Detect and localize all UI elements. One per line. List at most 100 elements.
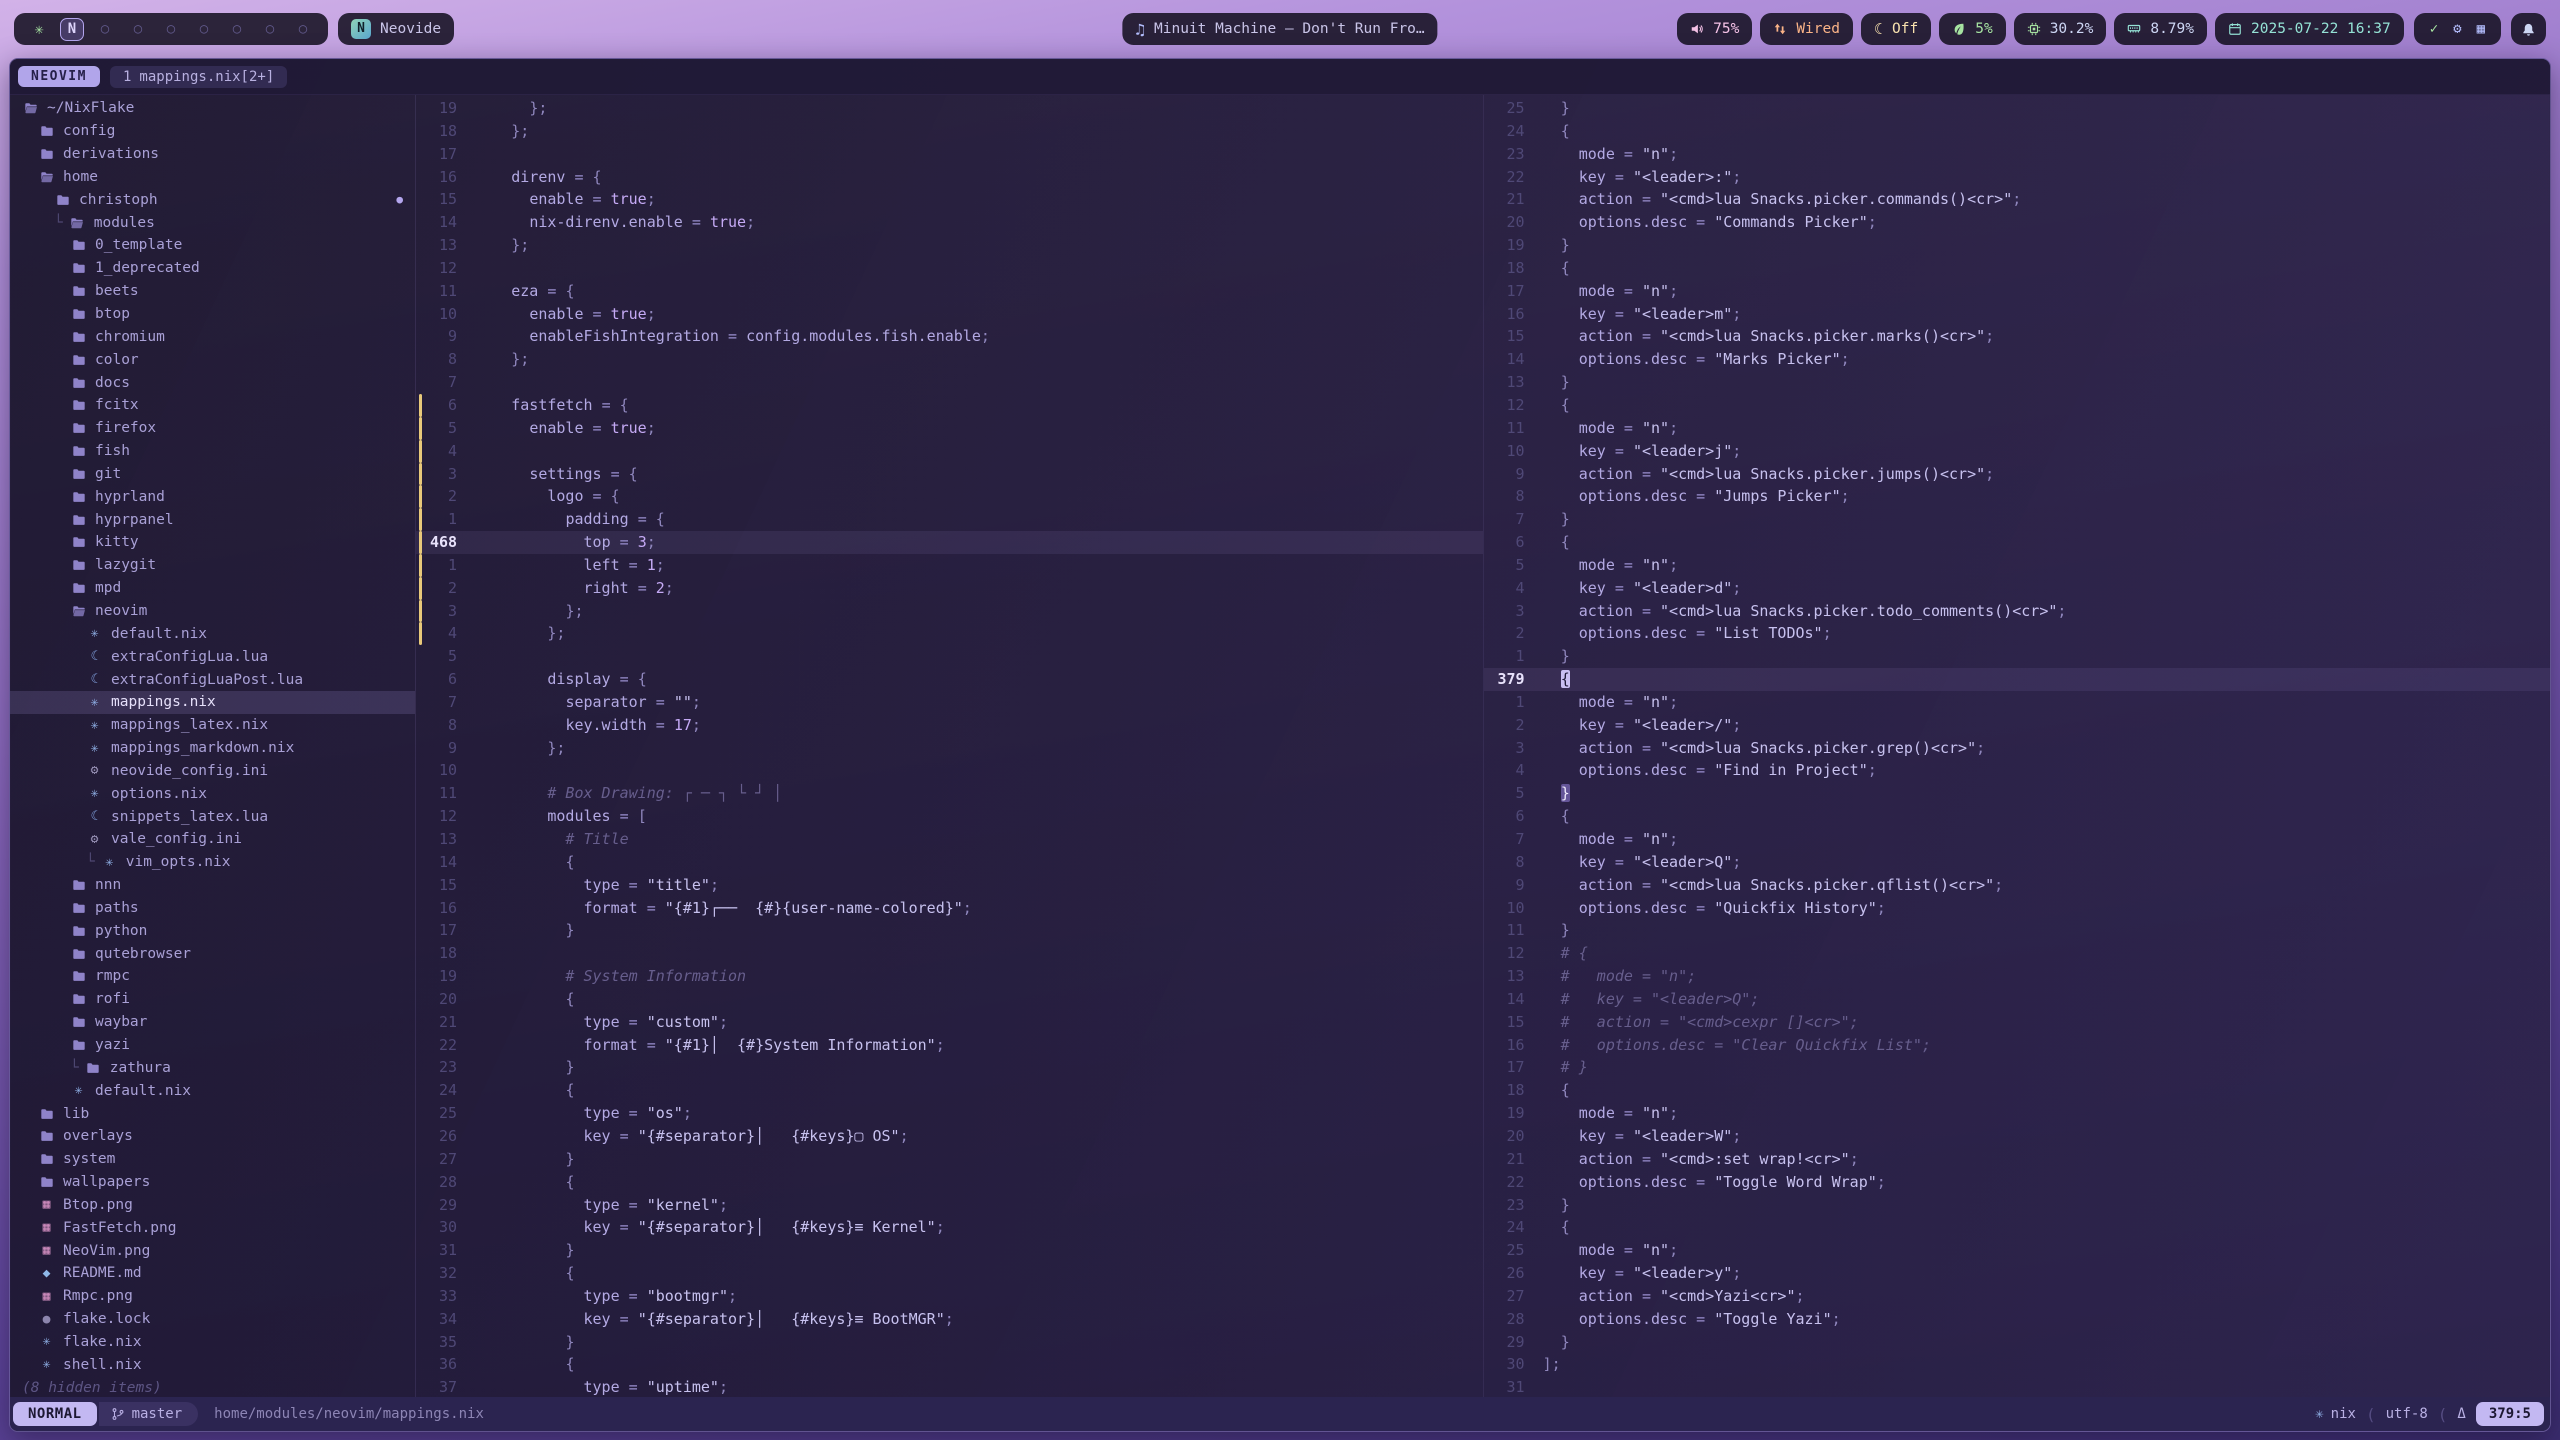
- idle-inhibitor-chip[interactable]: ☾Off: [1861, 13, 1931, 45]
- tree-item-default-nix[interactable]: ✳default.nix: [10, 622, 415, 645]
- tree-item-flake-lock[interactable]: ●flake.lock: [10, 1308, 415, 1331]
- tree-item-neovim[interactable]: neovim: [10, 600, 415, 623]
- tree-item-nnn[interactable]: nnn: [10, 874, 415, 897]
- tree-item-qutebrowser[interactable]: qutebrowser: [10, 942, 415, 965]
- volume-chip[interactable]: 75%: [1677, 13, 1752, 45]
- code-line: 19 mode = "n";: [1484, 1102, 2551, 1125]
- tree-item-zathura[interactable]: └zathura: [10, 1056, 415, 1079]
- tree-item-chromium[interactable]: chromium: [10, 325, 415, 348]
- tree-label: 1_deprecated: [95, 260, 200, 276]
- moon-icon: ☾: [1874, 20, 1883, 38]
- line-number: 17: [1498, 280, 1525, 303]
- code-text: top = 3;: [475, 531, 656, 554]
- tree-item-rofi[interactable]: rofi: [10, 988, 415, 1011]
- tree-item-wallpapers[interactable]: wallpapers: [10, 1171, 415, 1194]
- power-profile-chip[interactable]: 5%: [1939, 13, 2005, 45]
- tree-item-christoph[interactable]: christoph●: [10, 188, 415, 211]
- workspace-9[interactable]: ○: [291, 21, 315, 37]
- tree-item-extraconfigluapost-lua[interactable]: ☾extraConfigLuaPost.lua: [10, 668, 415, 691]
- nix-file-icon: ✳: [86, 695, 103, 710]
- tree-item-overlays[interactable]: overlays: [10, 1125, 415, 1148]
- media-player[interactable]: ♫ Minuit Machine – Don't Run Fro…: [1122, 13, 1437, 45]
- notification-bell-icon[interactable]: [2511, 13, 2546, 45]
- tree-item-nixflake[interactable]: ~/NixFlake: [10, 97, 415, 120]
- markdown-file-icon: ◆: [38, 1266, 55, 1281]
- tree-label: derivations: [63, 146, 159, 162]
- tree-item-fcitx[interactable]: fcitx: [10, 394, 415, 417]
- tree-item-vale-config-ini[interactable]: ⚙vale_config.ini: [10, 828, 415, 851]
- tree-item-python[interactable]: python: [10, 919, 415, 942]
- tree-item-default-nix[interactable]: ✳default.nix: [10, 1079, 415, 1102]
- tree-item-firefox[interactable]: firefox: [10, 417, 415, 440]
- tree-item-mappings-markdown-nix[interactable]: ✳mappings_markdown.nix: [10, 737, 415, 760]
- workspace-7[interactable]: ○: [225, 21, 249, 37]
- line-number: 2: [430, 485, 457, 508]
- tree-item-shell-nix[interactable]: ✳shell.nix: [10, 1353, 415, 1376]
- tree-item-1-deprecated[interactable]: 1_deprecated: [10, 257, 415, 280]
- line-number: 14: [1498, 348, 1525, 371]
- workspace-8[interactable]: ○: [258, 21, 282, 37]
- tree-item-8-hidden-items[interactable]: (8 hidden items): [10, 1376, 415, 1397]
- code-text: type = "bootmgr";: [475, 1285, 737, 1308]
- workspace-6[interactable]: ○: [192, 21, 216, 37]
- workspace-neovide-active[interactable]: N: [60, 18, 84, 41]
- folder-icon: [70, 467, 87, 481]
- tree-item-options-nix[interactable]: ✳options.nix: [10, 782, 415, 805]
- tree-label: fcitx: [95, 397, 139, 413]
- cpu-chip[interactable]: 30.2%: [2014, 13, 2107, 45]
- tree-item-beets[interactable]: beets: [10, 280, 415, 303]
- tree-item-derivations[interactable]: derivations: [10, 143, 415, 166]
- workspace-3[interactable]: ○: [93, 21, 117, 37]
- tree-item-btop[interactable]: btop: [10, 303, 415, 326]
- tree-item-git[interactable]: git: [10, 463, 415, 486]
- workspace-4[interactable]: ○: [126, 21, 150, 37]
- tray-check-icon[interactable]: ✓: [2430, 21, 2438, 37]
- tree-item-config[interactable]: config: [10, 120, 415, 143]
- tree-item-hyprpanel[interactable]: hyprpanel: [10, 508, 415, 531]
- tree-label: Btop.png: [63, 1197, 133, 1213]
- tree-item-btop-png[interactable]: ▦Btop.png: [10, 1194, 415, 1217]
- tree-item-paths[interactable]: paths: [10, 897, 415, 920]
- tree-item-yazi[interactable]: yazi: [10, 1034, 415, 1057]
- tree-item-mappings-latex-nix[interactable]: ✳mappings_latex.nix: [10, 714, 415, 737]
- tree-item-kitty[interactable]: kitty: [10, 531, 415, 554]
- tree-item-mpd[interactable]: mpd: [10, 577, 415, 600]
- tray-gear-icon[interactable]: ⚙: [2453, 21, 2461, 37]
- network-chip[interactable]: Wired: [1760, 13, 1853, 45]
- tree-item-rmpc[interactable]: rmpc: [10, 965, 415, 988]
- tab-mappings-nix[interactable]: 1 mappings.nix[2+]: [110, 66, 287, 88]
- tree-item-hyprland[interactable]: hyprland: [10, 485, 415, 508]
- tree-item-waybar[interactable]: waybar: [10, 1011, 415, 1034]
- tree-item-home[interactable]: home: [10, 166, 415, 189]
- tree-item-0-template[interactable]: 0_template: [10, 234, 415, 257]
- tree-item-readme-md[interactable]: ◆README.md: [10, 1262, 415, 1285]
- tree-item-extraconfiglua-lua[interactable]: ☾extraConfigLua.lua: [10, 645, 415, 668]
- file-tree[interactable]: ~/NixFlakeconfig derivations homechristoph…: [10, 95, 416, 1397]
- tree-item-lazygit[interactable]: lazygit: [10, 554, 415, 577]
- editor-pane-left[interactable]: 19 };18 };1716 direnv = {15 enable = tru…: [416, 95, 1483, 1397]
- tree-item-neovim-png[interactable]: ▦NeoVim.png: [10, 1239, 415, 1262]
- tree-item-neovide-config-ini[interactable]: ⚙neovide_config.ini: [10, 759, 415, 782]
- memory-chip[interactable]: 8.79%: [2114, 13, 2207, 45]
- tree-item-modules[interactable]: └modules: [10, 211, 415, 234]
- tree-item-flake-nix[interactable]: ✳flake.nix: [10, 1331, 415, 1354]
- git-branch-segment[interactable]: master: [99, 1402, 199, 1426]
- lock-file-icon: ●: [38, 1312, 55, 1327]
- tree-item-lib[interactable]: lib: [10, 1102, 415, 1125]
- tray-grid-icon[interactable]: ▦: [2477, 21, 2485, 37]
- tree-item-docs[interactable]: docs: [10, 371, 415, 394]
- editor-pane-right[interactable]: 25 }24 {23 mode = "n";22 key = "<leader>…: [1483, 95, 2551, 1397]
- tree-item-color[interactable]: color: [10, 348, 415, 371]
- tree-item-fish[interactable]: fish: [10, 440, 415, 463]
- workspace-5[interactable]: ○: [159, 21, 183, 37]
- tree-item-snippets-latex-lua[interactable]: ☾snippets_latex.lua: [10, 805, 415, 828]
- tree-item-fastfetch-png[interactable]: ▦FastFetch.png: [10, 1216, 415, 1239]
- tree-label: neovim: [95, 603, 147, 619]
- clock-chip[interactable]: 2025-07-22 16:37: [2215, 13, 2404, 45]
- workspace-nix[interactable]: ✳: [27, 20, 51, 38]
- tree-item-rmpc-png[interactable]: ▦Rmpc.png: [10, 1285, 415, 1308]
- window-title-pill[interactable]: N Neovide: [338, 13, 454, 45]
- tree-item-vim-opts-nix[interactable]: └✳vim_opts.nix: [10, 851, 415, 874]
- tree-item-system[interactable]: system: [10, 1148, 415, 1171]
- tree-item-mappings-nix[interactable]: ✳mappings.nix: [10, 691, 415, 714]
